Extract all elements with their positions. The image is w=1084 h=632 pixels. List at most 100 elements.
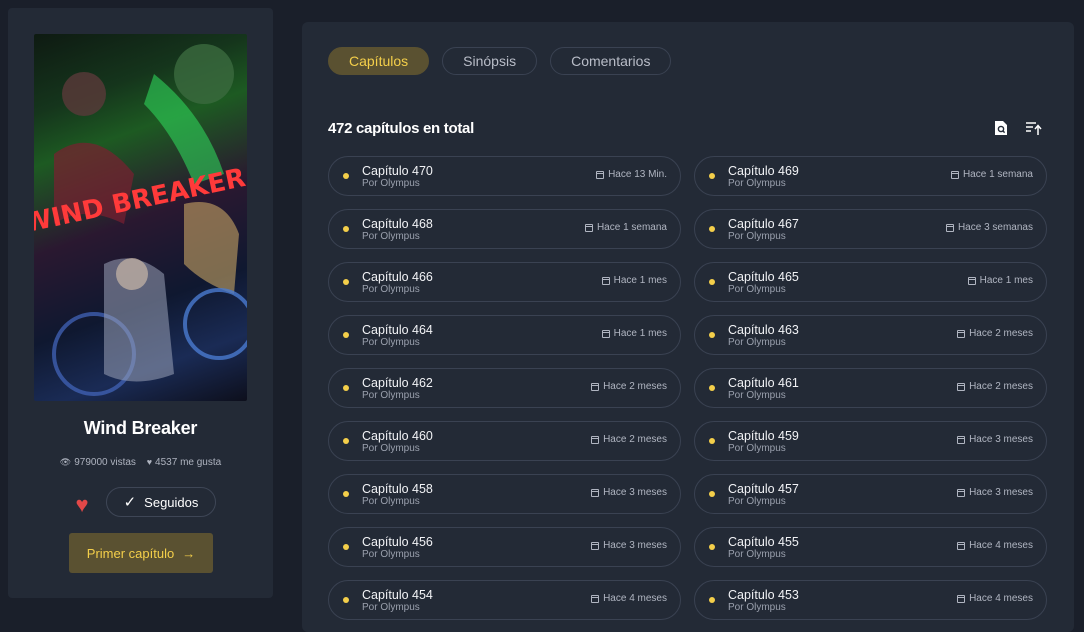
chapter-author: Por Olympus <box>362 337 420 348</box>
unread-dot <box>709 438 715 444</box>
chapter-date-text: Hace 3 meses <box>969 434 1033 445</box>
chapter-title: Capítulo 458 <box>362 482 433 496</box>
chapter-date-text: Hace 1 mes <box>613 328 667 339</box>
search-document-icon[interactable] <box>992 119 1010 137</box>
arrow-right-icon: → <box>182 545 196 561</box>
chapter-item[interactable]: Capítulo 463 Por Olympus Hace 2 meses <box>694 315 1047 355</box>
stats-row: 👁 979000 vistas ♥ 4537 me gusta <box>8 457 273 468</box>
tab-synopsis[interactable]: Sinópsis <box>442 47 538 75</box>
calendar-icon <box>957 594 966 603</box>
first-chapter-button[interactable]: Primer capítulo → <box>69 533 213 573</box>
chapter-author: Por Olympus <box>728 602 786 613</box>
chapter-item[interactable]: Capítulo 464 Por Olympus Hace 1 mes <box>328 315 681 355</box>
chapter-date: Hace 2 meses <box>591 381 667 392</box>
chapter-item[interactable]: Capítulo 470 Por Olympus Hace 13 Min. <box>328 156 681 196</box>
chapter-item[interactable]: Capítulo 465 Por Olympus Hace 1 mes <box>694 262 1047 302</box>
likes-count: 4537 me gusta <box>155 457 222 468</box>
chapter-author: Por Olympus <box>728 284 786 295</box>
chapter-title: Capítulo 453 <box>728 588 799 602</box>
unread-dot <box>709 491 715 497</box>
chapter-date-text: Hace 13 Min. <box>608 169 667 180</box>
chapter-item[interactable]: Capítulo 462 Por Olympus Hace 2 meses <box>328 368 681 408</box>
chapter-item[interactable]: Capítulo 454 Por Olympus Hace 4 meses <box>328 580 681 620</box>
like-button[interactable]: ♥ <box>69 492 95 518</box>
chapter-date-text: Hace 1 semana <box>596 222 667 233</box>
chapter-title: Capítulo 454 <box>362 588 433 602</box>
chapter-author: Por Olympus <box>728 549 786 560</box>
chapter-date-text: Hace 3 semanas <box>957 222 1033 233</box>
unread-dot <box>709 597 715 603</box>
chapter-author: Por Olympus <box>728 337 786 348</box>
chapter-date: Hace 13 Min. <box>596 169 667 180</box>
chapter-item[interactable]: Capítulo 469 Por Olympus Hace 1 semana <box>694 156 1047 196</box>
tab-chapters[interactable]: Capítulos <box>328 47 430 75</box>
chapter-title: Capítulo 464 <box>362 323 433 337</box>
chapter-title: Capítulo 455 <box>728 535 799 549</box>
calendar-icon <box>601 276 610 285</box>
chapter-author: Por Olympus <box>362 549 420 560</box>
chapter-title: Capítulo 457 <box>728 482 799 496</box>
chapter-item[interactable]: Capítulo 460 Por Olympus Hace 2 meses <box>328 421 681 461</box>
chapter-date: Hace 3 meses <box>591 487 667 498</box>
chapter-item[interactable]: Capítulo 468 Por Olympus Hace 1 semana <box>328 209 681 249</box>
chapter-item[interactable]: Capítulo 461 Por Olympus Hace 2 meses <box>694 368 1047 408</box>
tab-comments[interactable]: Comentarios <box>550 47 672 75</box>
chapter-item[interactable]: Capítulo 467 Por Olympus Hace 3 semanas <box>694 209 1047 249</box>
calendar-icon <box>596 170 605 179</box>
chapter-date: Hace 3 meses <box>591 540 667 551</box>
unread-dot <box>343 438 349 444</box>
chapter-author: Por Olympus <box>362 390 420 401</box>
chapter-title: Capítulo 469 <box>728 164 799 178</box>
chapter-date: Hace 3 meses <box>957 487 1033 498</box>
chapter-item[interactable]: Capítulo 466 Por Olympus Hace 1 mes <box>328 262 681 302</box>
chapter-item[interactable]: Capítulo 455 Por Olympus Hace 4 meses <box>694 527 1047 567</box>
chapter-title: Capítulo 460 <box>362 429 433 443</box>
chapter-title: Capítulo 462 <box>362 376 433 390</box>
calendar-icon <box>945 223 954 232</box>
sort-icon[interactable] <box>1024 119 1042 137</box>
calendar-icon <box>957 435 966 444</box>
chapter-author: Por Olympus <box>728 443 786 454</box>
chapter-author: Por Olympus <box>362 178 420 189</box>
chapter-date: Hace 2 meses <box>957 328 1033 339</box>
chapter-date: Hace 1 semana <box>950 169 1033 180</box>
calendar-icon <box>591 488 600 497</box>
follow-button[interactable]: ✓ Seguidos <box>106 487 216 517</box>
follow-label: Seguidos <box>144 494 199 510</box>
unread-dot <box>709 226 715 232</box>
cover-image[interactable]: WIND BREAKER <box>34 34 247 401</box>
chapter-date: Hace 2 meses <box>957 381 1033 392</box>
unread-dot <box>709 279 715 285</box>
unread-dot <box>709 385 715 391</box>
calendar-icon <box>591 435 600 444</box>
chapter-date-text: Hace 1 semana <box>962 169 1033 180</box>
chapter-date-text: Hace 2 meses <box>969 381 1033 392</box>
chapter-title: Capítulo 467 <box>728 217 799 231</box>
views-count: 979000 vistas <box>74 457 136 468</box>
chapter-item[interactable]: Capítulo 459 Por Olympus Hace 3 meses <box>694 421 1047 461</box>
chapter-date: Hace 2 meses <box>591 434 667 445</box>
chapter-title: Capítulo 470 <box>362 164 433 178</box>
unread-dot <box>709 332 715 338</box>
calendar-icon <box>957 541 966 550</box>
chapter-item[interactable]: Capítulo 453 Por Olympus Hace 4 meses <box>694 580 1047 620</box>
chapter-item[interactable]: Capítulo 458 Por Olympus Hace 3 meses <box>328 474 681 514</box>
unread-dot <box>343 332 349 338</box>
heart-small-icon: ♥ <box>146 457 153 467</box>
chapter-author: Por Olympus <box>362 496 420 507</box>
chapter-date-text: Hace 4 meses <box>603 593 667 604</box>
chapter-item[interactable]: Capítulo 457 Por Olympus Hace 3 meses <box>694 474 1047 514</box>
chapter-date: Hace 4 meses <box>957 593 1033 604</box>
chapter-title: Capítulo 463 <box>728 323 799 337</box>
chapter-item[interactable]: Capítulo 456 Por Olympus Hace 3 meses <box>328 527 681 567</box>
chapter-author: Por Olympus <box>362 602 420 613</box>
chapter-date: Hace 1 mes <box>601 328 667 339</box>
unread-dot <box>709 173 715 179</box>
calendar-icon <box>957 382 966 391</box>
chapters-panel: Capítulos Sinópsis Comentarios 472 capít… <box>302 22 1074 632</box>
chapter-date: Hace 1 mes <box>601 275 667 286</box>
unread-dot <box>343 491 349 497</box>
heart-icon: ♥ <box>75 492 89 517</box>
chapter-date-text: Hace 2 meses <box>603 381 667 392</box>
chapter-date: Hace 3 semanas <box>945 222 1033 233</box>
